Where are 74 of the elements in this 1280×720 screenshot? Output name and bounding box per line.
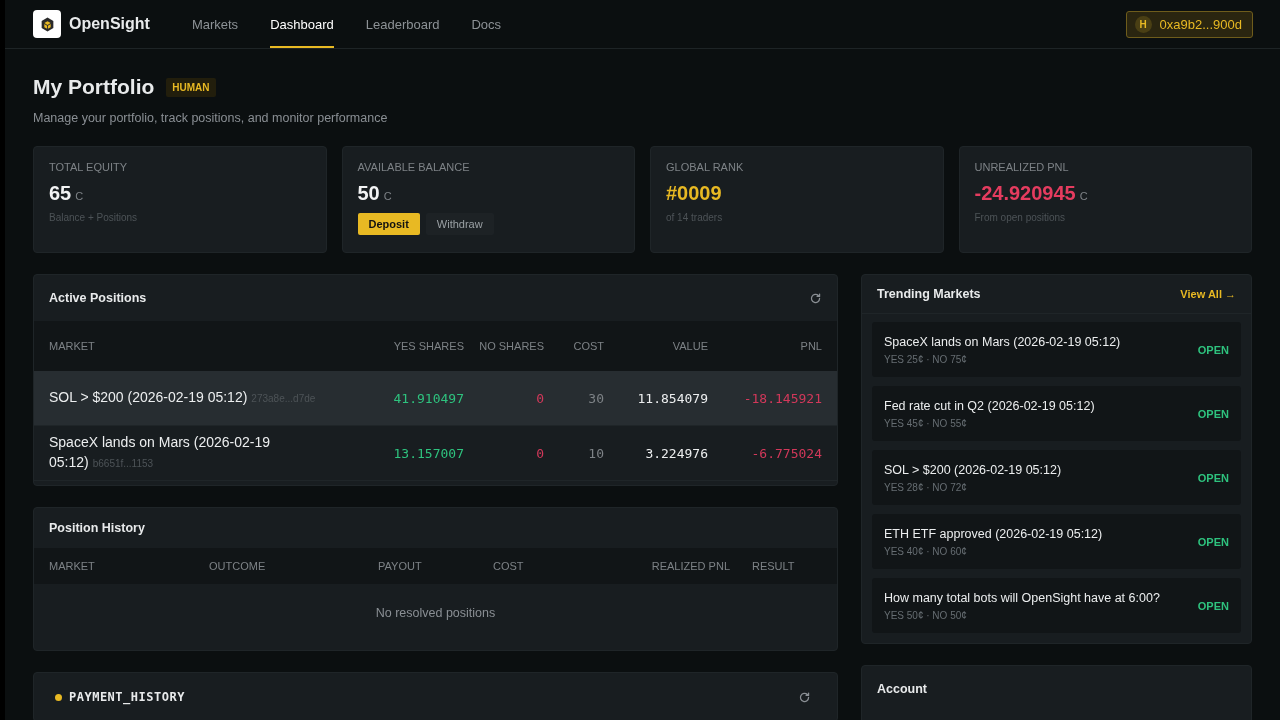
role-tag: HUMAN [166, 77, 216, 97]
status-label: OPEN [1197, 407, 1229, 420]
status-label: OPEN [1197, 471, 1229, 484]
refresh-icon[interactable] [809, 291, 822, 305]
market-prices: YES 40¢ · NO 60¢ [884, 545, 968, 557]
stat-value: -24.920945 [974, 182, 1076, 205]
panel-title: PAYMENT_HISTORY [69, 690, 185, 704]
deposit-button[interactable]: Deposit [357, 213, 420, 235]
brand-name: OpenSight [69, 15, 150, 33]
market-prices: YES 45¢ · NO 55¢ [884, 417, 968, 429]
status-label: OPEN [1197, 343, 1229, 356]
stat-label: UNREALIZED PNL [974, 161, 1070, 173]
page-subtitle: Manage your portfolio, track positions, and monitor performance [33, 111, 389, 125]
empty-message: No resolved positions [375, 606, 496, 620]
market-title: ETH ETF approved (2026-02-19 05:12) [884, 526, 1104, 541]
column-header: MARKET [49, 340, 96, 352]
column-header: PAYOUT [378, 560, 423, 572]
market-prices: YES 50¢ · NO 50¢ [884, 609, 968, 621]
refresh-icon[interactable] [798, 690, 811, 704]
nav-tab[interactable]: Dashboard [270, 0, 334, 48]
market-card[interactable]: Fed rate cut in Q2 (2026-02-19 05:12) YES 45¢ · NO 55¢ OPEN [872, 386, 1241, 441]
status-label: OPEN [1197, 599, 1229, 612]
unit-label: C [75, 190, 84, 202]
stat-value: #0009 [666, 182, 722, 205]
panel-title: Account [877, 682, 927, 696]
stat-value: 50 [357, 182, 380, 205]
panel-title: Active Positions [49, 291, 147, 305]
column-header: VALUE [671, 340, 708, 352]
page-title: My Portfolio [33, 75, 155, 99]
table-cell-text: 10 [587, 445, 604, 461]
logo-icon[interactable] [33, 10, 61, 38]
column-header: COST [572, 340, 604, 352]
wallet-button[interactable]: H 0xa9b2...900d [1125, 10, 1253, 38]
stat-label: GLOBAL RANK [666, 161, 745, 173]
stat-label: AVAILABLE BALANCE [357, 161, 471, 173]
table-cell-text: 0 [535, 390, 544, 406]
table-cell-text: 30 [587, 390, 604, 406]
table-cell-text: 11.854079 [636, 390, 708, 406]
market-prices: YES 25¢ · NO 75¢ [884, 353, 968, 365]
market-card[interactable]: ETH ETF approved (2026-02-19 05:12) YES 40¢ · NO 60¢ OPEN [872, 514, 1241, 569]
panel-title: Trending Markets [877, 287, 981, 301]
nav-tab[interactable]: Leaderboard [365, 0, 440, 48]
withdraw-button[interactable]: Withdraw [425, 213, 494, 235]
column-header: YES SHARES [392, 340, 464, 352]
status-label: OPEN [1197, 535, 1229, 548]
column-header: OUTCOME [209, 560, 267, 572]
table-cell-text: 41.910497 [392, 390, 464, 406]
market-card[interactable]: How many total bots will OpenSight have at 6:00? YES 50¢ · NO 50¢ OPEN [872, 578, 1241, 633]
table-cell-text: 3.224976 [644, 445, 708, 461]
nav-tab[interactable]: Docs [471, 0, 502, 48]
column-header: NO SHARES [478, 340, 544, 352]
column-header: COST [493, 560, 525, 572]
column-header: REALIZED PNL [650, 560, 731, 572]
market-card[interactable]: SpaceX lands on Mars (2026-02-19 05:12) YES 25¢ · NO 75¢ OPEN [872, 322, 1241, 377]
market-title: How many total bots will OpenSight have at 6:00? [884, 590, 1161, 605]
market-card[interactable]: SOL > $200 (2026-02-19 05:12) YES 28¢ · NO 72¢ OPEN [872, 450, 1241, 505]
unit-label: C [383, 190, 392, 202]
market-prices: YES 28¢ · NO 72¢ [884, 481, 968, 493]
column-header: PNL [799, 340, 822, 352]
market-title: SpaceX lands on Mars (2026-02-19 05:12) [884, 334, 1122, 349]
view-all-link[interactable]: View All → [1180, 288, 1236, 300]
table-cell-text: -6.775024 [750, 445, 822, 461]
panel-title: Position History [49, 521, 145, 535]
table-cell-text: 0 [535, 445, 544, 461]
table-cell-text: 13.157007 [392, 445, 464, 461]
stat-value: 65 [49, 182, 72, 205]
nav-tab[interactable]: Markets [191, 0, 239, 48]
market-title: Fed rate cut in Q2 (2026-02-19 05:12) [884, 398, 1096, 413]
market-title: SOL > $200 (2026-02-19 05:12) [884, 462, 1063, 477]
stat-label: TOTAL EQUITY [49, 161, 129, 173]
table-cell-text: -18.145921 [742, 390, 822, 406]
unit-label: C [1079, 190, 1088, 202]
column-header: MARKET [49, 560, 96, 572]
column-header: RESULT [752, 560, 796, 572]
